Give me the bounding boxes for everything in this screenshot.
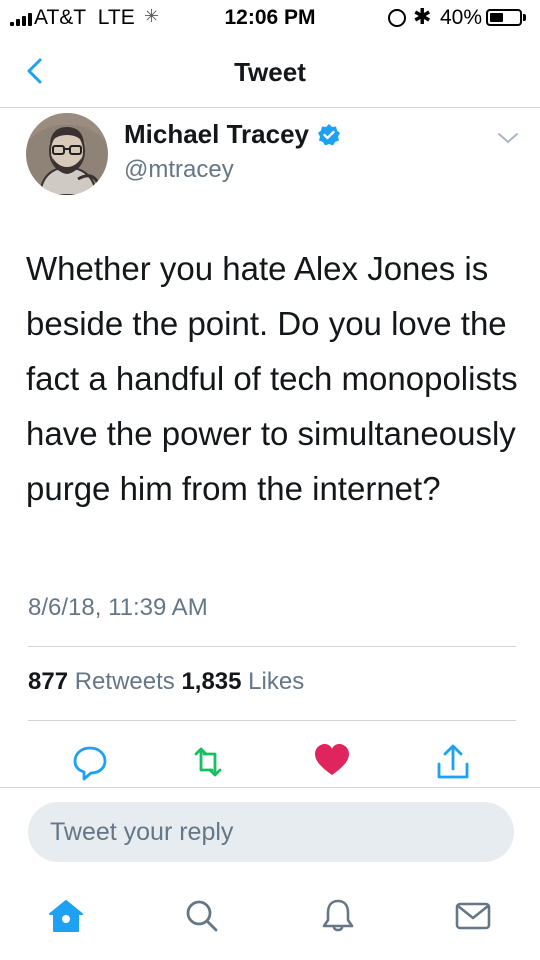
page-title: Tweet — [234, 57, 306, 87]
share-icon[interactable] — [433, 742, 473, 782]
retweets-count[interactable]: 877 — [28, 668, 68, 695]
likes-count[interactable]: 1,835 — [181, 668, 241, 695]
actions-divider — [0, 787, 540, 788]
search-icon[interactable] — [182, 896, 222, 936]
author-name[interactable]: Michael Tracey — [124, 119, 309, 150]
like-icon[interactable] — [312, 740, 352, 780]
tweet-timestamp: 8/6/18, 11:39 AM — [28, 594, 208, 621]
stats-divider-top — [28, 646, 516, 647]
battery-percent: 40% — [440, 6, 483, 29]
reply-icon[interactable] — [70, 742, 110, 782]
bluetooth-icon: ✱ — [413, 4, 432, 29]
reply-placeholder[interactable]: Tweet your reply — [50, 818, 233, 847]
alarm-icon — [388, 9, 406, 27]
verified-badge-icon — [318, 123, 340, 145]
notifications-icon[interactable] — [318, 896, 358, 936]
chevron-down-icon[interactable] — [496, 130, 520, 146]
tweet-stats: 877 Retweets 1,835 Likes — [28, 668, 304, 696]
battery-icon — [486, 9, 522, 26]
author-name-row[interactable]: Michael Tracey — [124, 119, 341, 150]
battery-nub — [523, 14, 526, 21]
avatar[interactable] — [26, 113, 108, 195]
messages-icon[interactable] — [453, 896, 493, 936]
stats-divider-bottom — [28, 720, 516, 721]
author-handle[interactable]: @mtracey — [124, 156, 234, 184]
retweet-icon[interactable] — [188, 742, 228, 782]
status-bar: AT&T LTE ✳ 12:06 PM ✱ 40% — [0, 0, 540, 38]
nav-divider — [0, 107, 540, 108]
likes-label[interactable]: Likes — [248, 668, 304, 695]
home-icon[interactable] — [46, 896, 86, 936]
retweets-label[interactable]: Retweets — [75, 668, 175, 695]
tweet-text: Whether you hate Alex Jones is beside th… — [26, 250, 518, 507]
